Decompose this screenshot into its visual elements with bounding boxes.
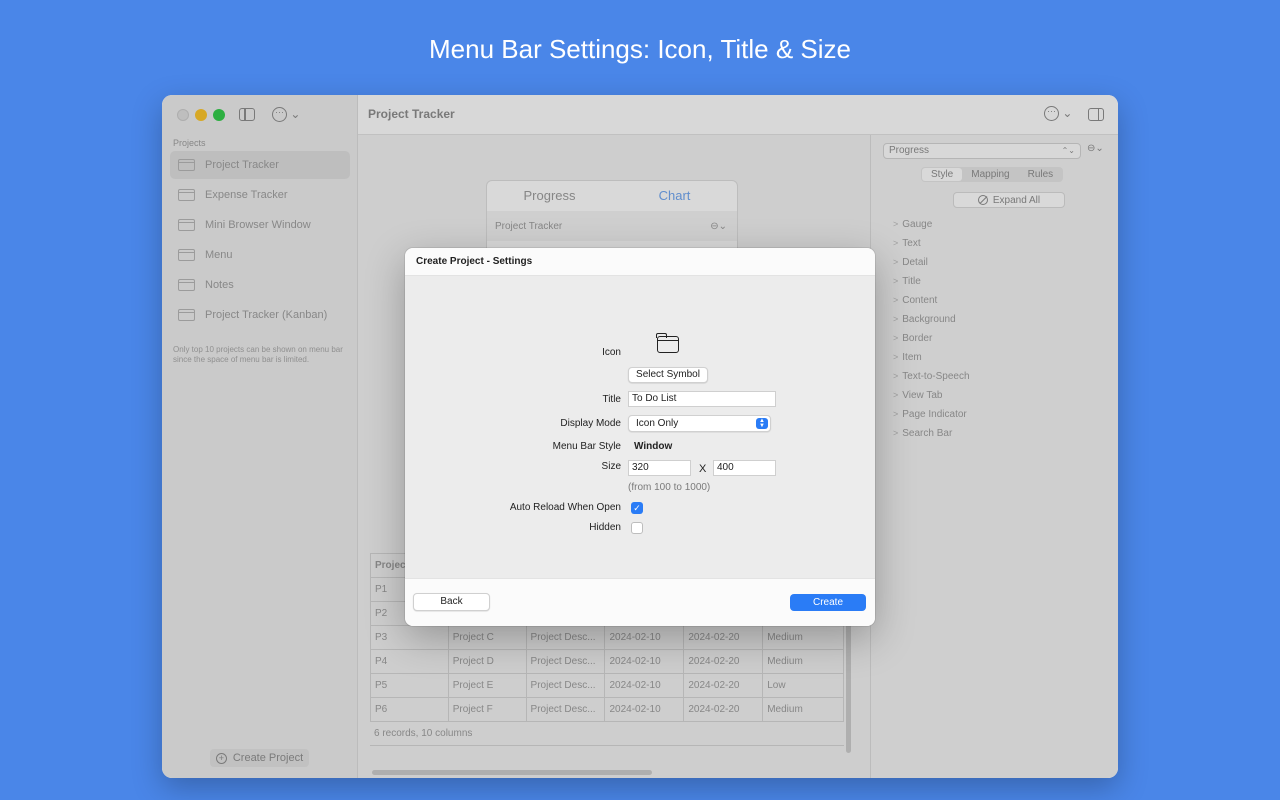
size-separator: X	[699, 463, 707, 475]
back-button[interactable]: Back	[413, 593, 490, 611]
size-hint: (from 100 to 1000)	[628, 482, 711, 493]
dialog-title: Create Project - Settings	[405, 248, 875, 276]
create-button[interactable]: Create	[790, 594, 866, 611]
height-input[interactable]: 400	[713, 460, 776, 476]
hidden-label: Hidden	[589, 522, 621, 533]
menu-bar-style-label: Menu Bar Style	[552, 441, 621, 452]
banner-title: Menu Bar Settings: Icon, Title & Size	[429, 34, 851, 64]
display-mode-label: Display Mode	[560, 418, 621, 429]
folder-icon	[656, 333, 679, 353]
size-label: Size	[601, 461, 621, 472]
checkmark-icon: ✓	[633, 503, 641, 513]
width-input[interactable]: 320	[628, 460, 691, 476]
hidden-checkbox[interactable]	[631, 522, 643, 534]
title-input[interactable]: To Do List	[628, 391, 776, 407]
menu-bar-style-value: Window	[634, 441, 673, 452]
auto-reload-checkbox[interactable]: ✓	[631, 502, 643, 514]
chevron-up-down-icon: ▲ ▼	[756, 418, 768, 429]
auto-reload-label: Auto Reload When Open	[509, 502, 621, 513]
title-label: Title	[602, 394, 621, 405]
select-symbol-button[interactable]: Select Symbol	[628, 367, 708, 383]
display-mode-value: Icon Only	[636, 418, 679, 429]
icon-label: Icon	[602, 347, 621, 358]
create-project-dialog: Create Project - Settings Icon Select Sy…	[405, 248, 875, 626]
display-mode-select[interactable]: Icon Only ▲ ▼	[628, 415, 771, 432]
